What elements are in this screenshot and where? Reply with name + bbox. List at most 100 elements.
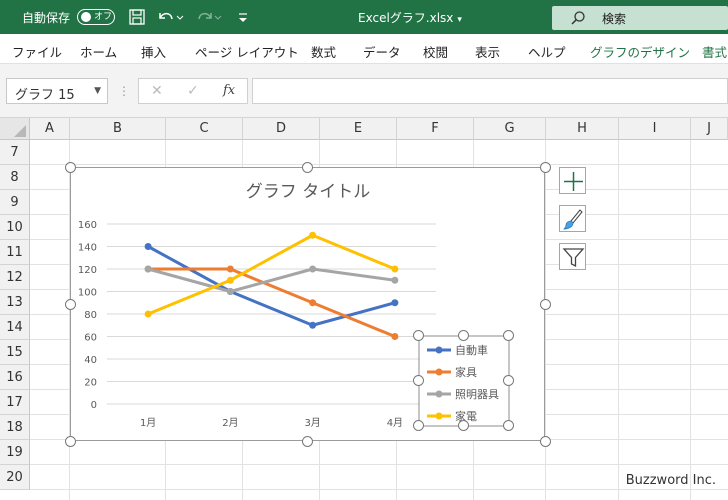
column-header-a[interactable]: A	[30, 118, 70, 140]
row-header-14[interactable]: 14	[0, 315, 30, 340]
row-header-18[interactable]: 18	[0, 415, 30, 440]
line-chart[interactable]: グラフ タイトル 0 20 40 60 80 100 120 140 160 1月 2月 3月 4月 …	[70, 167, 545, 441]
chart-resize-handle[interactable]	[64, 298, 76, 310]
data-point	[391, 299, 399, 307]
column-header-e[interactable]: E	[320, 118, 397, 140]
row-header-17[interactable]: 17	[0, 390, 30, 415]
title-bar: 自動保存 オフ Excelグラフ.xlsx ▾ 検索	[0, 0, 728, 34]
y-tick-label: 80	[84, 310, 97, 321]
chart-resize-handle[interactable]	[539, 298, 551, 310]
formula-buttons: ✕ ✓ fx	[138, 78, 248, 104]
x-tick-label: 2月	[222, 417, 238, 429]
data-point	[226, 265, 234, 273]
x-tick-label: 3月	[304, 417, 320, 429]
legend-resize-handle[interactable]	[412, 329, 424, 341]
data-point	[226, 276, 234, 284]
tab-insert[interactable]: 挿入	[141, 42, 166, 61]
tab-home[interactable]: ホーム	[80, 42, 117, 61]
formula-input[interactable]	[252, 78, 728, 104]
row-header-20[interactable]: 20	[0, 465, 30, 490]
column-header-d[interactable]: D	[243, 118, 320, 140]
search-label: 検索	[602, 12, 627, 26]
chart-styles-button[interactable]	[559, 205, 586, 232]
legend-resize-handle[interactable]	[457, 329, 469, 341]
legend-swatch-marker	[435, 412, 443, 420]
row-header-8[interactable]: 8	[0, 165, 30, 190]
chart-filters-button[interactable]	[559, 243, 586, 270]
autosave-label: 自動保存	[22, 11, 71, 25]
file-name[interactable]: Excelグラフ.xlsx ▾	[358, 9, 462, 26]
legend-entry: 照明器具	[455, 388, 499, 401]
column-header-b[interactable]: B	[70, 118, 166, 140]
customize-toolbar-icon[interactable]	[236, 8, 250, 26]
tab-format[interactable]: 書式	[702, 42, 727, 61]
chart-resize-handle[interactable]	[539, 435, 551, 447]
chart-resize-handle[interactable]	[64, 435, 76, 447]
row-header-13[interactable]: 13	[0, 290, 30, 315]
search-box[interactable]: 検索	[552, 6, 728, 30]
tab-help[interactable]: ヘルプ	[528, 42, 566, 61]
row-header-10[interactable]: 10	[0, 215, 30, 240]
row-header-15[interactable]: 15	[0, 340, 30, 365]
row-gridline	[30, 489, 728, 490]
name-box-value: グラフ 15	[15, 88, 75, 103]
legend-resize-handle[interactable]	[457, 419, 469, 431]
save-icon[interactable]	[128, 8, 146, 26]
tab-formulas[interactable]: 数式	[311, 42, 336, 61]
row-header-19[interactable]: 19	[0, 440, 30, 465]
tab-review[interactable]: 校閲	[423, 42, 448, 61]
chart-resize-handle[interactable]	[64, 161, 76, 173]
column-header-h[interactable]: H	[546, 118, 619, 140]
data-point	[309, 299, 317, 307]
chart-resize-handle[interactable]	[302, 161, 313, 173]
column-gridline	[690, 140, 691, 500]
cancel-icon[interactable]: ✕	[151, 83, 163, 99]
formula-bar: グラフ 15 ▼ ⋮ ✕ ✓ fx	[0, 64, 728, 118]
row-header-16[interactable]: 16	[0, 365, 30, 390]
data-point	[309, 231, 317, 239]
file-name-text: Excelグラフ.xlsx	[358, 11, 454, 25]
tab-data[interactable]: データ	[363, 42, 401, 61]
redo-icon[interactable]	[195, 8, 223, 26]
legend-swatch-marker	[435, 368, 443, 376]
chart-resize-handle[interactable]	[302, 435, 313, 447]
row-header-12[interactable]: 12	[0, 265, 30, 290]
chart-resize-handle[interactable]	[539, 161, 551, 173]
legend-resize-handle[interactable]	[502, 419, 514, 431]
select-all-corner[interactable]	[0, 118, 30, 140]
legend-resize-handle[interactable]	[412, 374, 424, 386]
data-point	[391, 276, 399, 284]
y-tick-label: 20	[84, 378, 97, 389]
data-point	[309, 321, 317, 329]
undo-icon[interactable]	[156, 8, 184, 26]
row-header-7[interactable]: 7	[0, 140, 30, 165]
column-header-f[interactable]: F	[397, 118, 474, 140]
confirm-icon[interactable]: ✓	[187, 83, 199, 99]
select-all-icon	[14, 125, 26, 137]
insert-function-icon[interactable]: fx	[223, 83, 235, 98]
name-box[interactable]: グラフ 15 ▼	[6, 78, 108, 104]
autosave-toggle[interactable]: オフ	[77, 9, 115, 25]
column-header-c[interactable]: C	[166, 118, 243, 140]
tab-page-layout[interactable]: ページ レイアウト	[195, 42, 299, 61]
row-header-11[interactable]: 11	[0, 240, 30, 265]
data-point	[391, 265, 399, 273]
chart-elements-button[interactable]	[559, 167, 586, 194]
tab-file[interactable]: ファイル	[12, 42, 62, 61]
chevron-down-icon: ▼	[94, 86, 101, 96]
y-tick-label: 160	[78, 220, 97, 231]
data-point	[144, 243, 152, 250]
legend-entry: 自動車	[455, 343, 488, 357]
column-header-j[interactable]: J	[691, 118, 728, 140]
tab-chart-design[interactable]: グラフのデザイン	[590, 42, 690, 61]
legend-resize-handle[interactable]	[502, 329, 514, 341]
row-header-9[interactable]: 9	[0, 190, 30, 215]
chevron-down-icon: ▾	[457, 15, 462, 25]
tab-view[interactable]: 表示	[475, 42, 500, 61]
legend-resize-handle[interactable]	[412, 419, 424, 431]
row-gridline	[30, 164, 728, 165]
column-header-g[interactable]: G	[474, 118, 546, 140]
chart-title[interactable]: グラフ タイトル	[246, 182, 370, 202]
column-header-i[interactable]: I	[619, 118, 691, 140]
legend-resize-handle[interactable]	[502, 374, 514, 386]
